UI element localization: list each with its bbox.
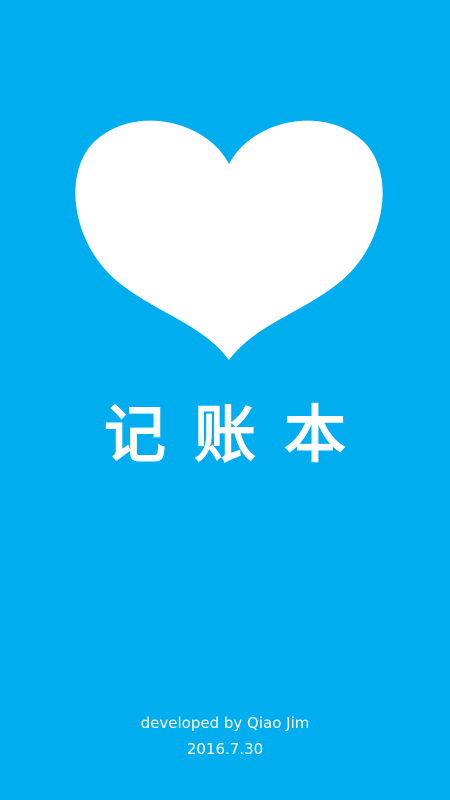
footer: developed by Qiao Jim 2016.7.30 bbox=[0, 710, 450, 762]
app-title: 记账本 bbox=[103, 398, 374, 471]
release-date: 2016.7.30 bbox=[186, 740, 264, 758]
developer-credit: developed by Qiao Jim bbox=[140, 714, 310, 732]
splash-screen: 记账本 developed by Qiao Jim 2016.7.30 bbox=[0, 0, 450, 800]
heart-icon bbox=[75, 120, 383, 360]
